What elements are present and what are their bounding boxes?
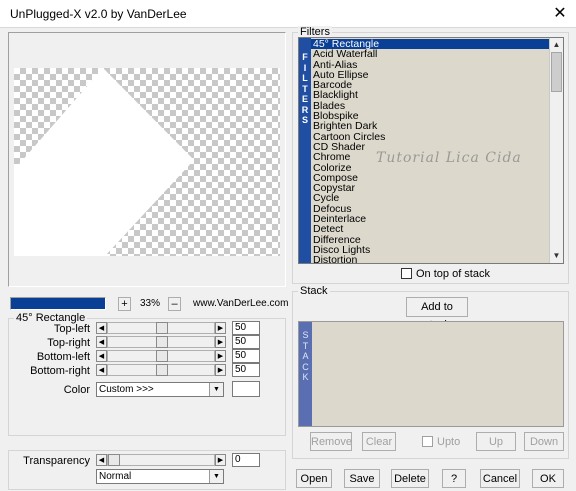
upto-checkbox[interactable] [422, 436, 433, 447]
slider-right-arrow[interactable]: ▶ [215, 364, 226, 376]
zoom-level: 33% [140, 298, 161, 309]
slider-value[interactable]: 50 [232, 335, 260, 349]
slider-thumb[interactable] [156, 336, 168, 348]
watermark-text: Tutorial Lica Cida [376, 150, 522, 166]
filters-scrollbar[interactable]: ▲ ▼ [549, 38, 563, 263]
save-button[interactable]: Save [344, 469, 380, 488]
up-button[interactable]: Up [476, 432, 516, 451]
blend-mode-value: Normal [99, 471, 132, 482]
slider-label: Bottom-left [36, 351, 90, 363]
chevron-down-icon[interactable]: ▼ [209, 470, 223, 483]
remove-button[interactable]: Remove [310, 432, 352, 451]
transparency-value[interactable]: 0 [232, 453, 260, 467]
slider-track[interactable] [107, 336, 215, 348]
slider-thumb[interactable] [156, 350, 168, 362]
slider-track[interactable] [107, 322, 215, 334]
title-bar[interactable]: UnPlugged-X v2.0 by VanDerLee ✕ [0, 0, 576, 28]
filter-list-item[interactable]: Distortion [311, 255, 549, 263]
website-link[interactable]: www.VanDerLee.com [193, 298, 288, 309]
scroll-up-icon[interactable]: ▲ [550, 38, 563, 51]
filters-vertical-label: FILTERS [299, 38, 311, 263]
slider-label: Bottom-right [30, 365, 90, 377]
slider-value[interactable]: 50 [232, 363, 260, 377]
preview-shape [14, 68, 194, 256]
cancel-button[interactable]: Cancel [480, 469, 520, 488]
transparency-label: Transparency [23, 455, 90, 467]
slider-label: Top-right [47, 337, 90, 349]
stack-vertical-label: STACK [299, 322, 312, 426]
ok-button[interactable]: OK [532, 469, 564, 488]
open-button[interactable]: Open [296, 469, 332, 488]
color-select-value: Custom >>> [99, 384, 154, 395]
transparency-right-arrow[interactable]: ▶ [215, 454, 226, 466]
slider-track[interactable] [107, 350, 215, 362]
chevron-down-icon[interactable]: ▼ [209, 383, 223, 396]
slider-left-arrow[interactable]: ◀ [96, 364, 107, 376]
delete-button[interactable]: Delete [391, 469, 429, 488]
slider-left-arrow[interactable]: ◀ [96, 350, 107, 362]
transparency-left-arrow[interactable]: ◀ [96, 454, 107, 466]
slider-value[interactable]: 50 [232, 349, 260, 363]
color-label: Color [63, 384, 90, 396]
slider-right-arrow[interactable]: ▶ [215, 322, 226, 334]
progress-fill [11, 298, 105, 309]
filter-list-item[interactable]: Copystar [311, 183, 549, 194]
filter-list-item[interactable]: Deinterlace [311, 214, 549, 225]
window-title: UnPlugged-X v2.0 by VanDerLee [10, 7, 187, 21]
clear-button[interactable]: Clear [362, 432, 396, 451]
slider-label: Top-left [53, 323, 90, 335]
on-top-checkbox[interactable] [401, 268, 412, 279]
slider-value[interactable]: 50 [232, 321, 260, 335]
on-top-label: On top of stack [416, 268, 490, 280]
slider-track[interactable] [107, 364, 215, 376]
close-icon[interactable]: ✕ [548, 3, 572, 25]
slider-left-arrow[interactable]: ◀ [96, 322, 107, 334]
slider-right-arrow[interactable]: ▶ [215, 350, 226, 362]
transparency-thumb[interactable] [108, 454, 120, 466]
slider-right-arrow[interactable]: ▶ [215, 336, 226, 348]
transparency-track[interactable] [107, 454, 215, 466]
slider-thumb[interactable] [156, 322, 168, 334]
color-select[interactable]: Custom >>> ▼ [96, 382, 224, 397]
blend-mode-select[interactable]: Normal ▼ [96, 469, 224, 484]
stack-group-label: Stack [298, 285, 330, 297]
zoom-in-button[interactable]: + [118, 297, 131, 311]
slider-left-arrow[interactable]: ◀ [96, 336, 107, 348]
scroll-down-icon[interactable]: ▼ [550, 249, 563, 262]
color-swatch[interactable] [232, 381, 260, 397]
help-button[interactable]: ? [442, 469, 466, 488]
progress-bar [10, 297, 106, 310]
down-button[interactable]: Down [524, 432, 564, 451]
zoom-out-button[interactable]: – [168, 297, 181, 311]
filter-list-item[interactable]: Blacklight [311, 90, 549, 101]
upto-label: Upto [437, 436, 461, 448]
scroll-thumb[interactable] [551, 52, 562, 92]
stack-list[interactable]: STACK [298, 321, 564, 427]
add-to-stack-button[interactable]: Add to stack [406, 297, 468, 331]
slider-thumb[interactable] [156, 364, 168, 376]
